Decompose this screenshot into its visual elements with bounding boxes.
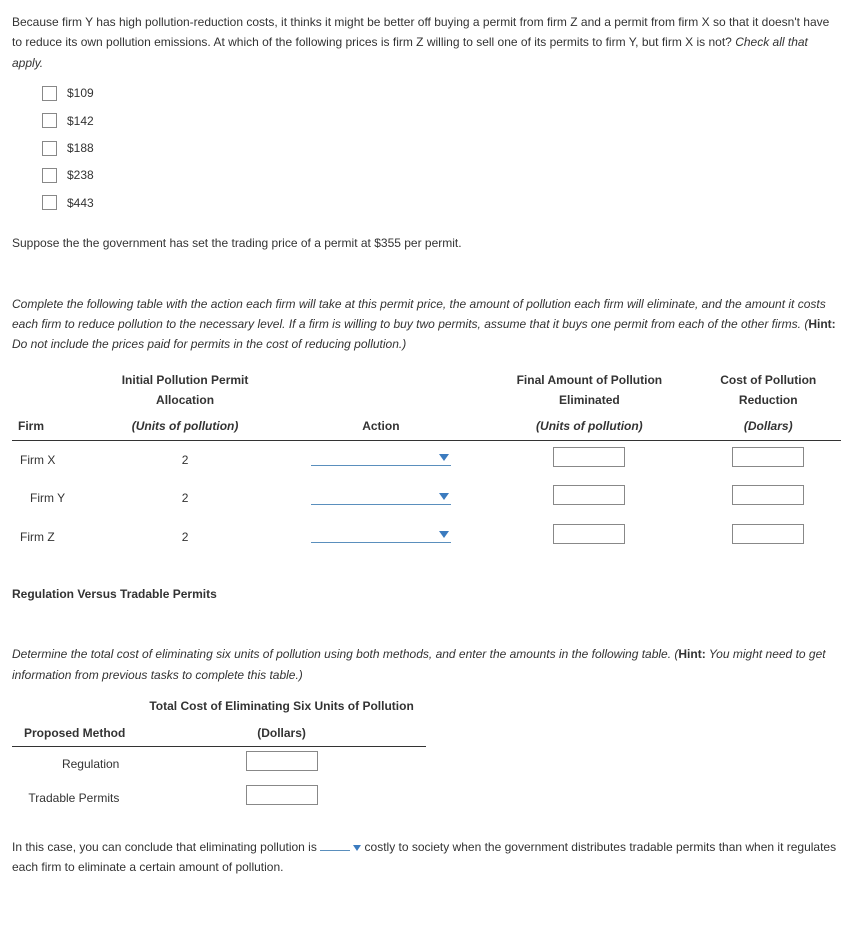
header-final-line2: Eliminated: [489, 390, 689, 410]
header-alloc-line1: Initial Pollution Permit: [98, 370, 273, 390]
cost-input[interactable]: [246, 785, 318, 805]
firm-alloc: 2: [92, 440, 279, 479]
instruction-text-3: Determine the total cost of eliminating …: [12, 647, 678, 661]
checkbox-icon[interactable]: [42, 141, 57, 156]
method-name: Regulation: [12, 746, 137, 781]
header-alloc-unit: (Units of pollution): [92, 413, 279, 440]
conclusion-dropdown[interactable]: [320, 836, 350, 851]
question-2-setup: Suppose the the government has set the t…: [12, 233, 841, 253]
table-row: Tradable Permits: [12, 781, 426, 815]
firm-name: Firm Y: [12, 479, 92, 517]
cost-comparison-table: Total Cost of Eliminating Six Units of P…: [12, 693, 426, 816]
eliminated-input[interactable]: [553, 524, 625, 544]
checkbox-item-1[interactable]: $142: [42, 111, 841, 131]
firm-name: Firm X: [12, 440, 92, 479]
firm-alloc: 2: [92, 479, 279, 517]
conclusion-part1: In this case, you can conclude that elim…: [12, 840, 320, 854]
hint-label-3: Hint:: [678, 647, 705, 661]
table-row: Regulation: [12, 746, 426, 781]
checkbox-icon[interactable]: [42, 168, 57, 183]
header-cost-line2: Reduction: [701, 390, 835, 410]
checkbox-label: $443: [67, 193, 94, 213]
checkbox-label: $109: [67, 83, 94, 103]
question-1-text: Because firm Y has high pollution-reduct…: [12, 12, 841, 73]
checkbox-item-4[interactable]: $443: [42, 193, 841, 213]
header-alloc-line2: Allocation: [98, 390, 273, 410]
eliminated-input[interactable]: [553, 485, 625, 505]
firm-name: Firm Z: [12, 518, 92, 556]
checkbox-icon[interactable]: [42, 195, 57, 210]
chevron-down-icon: [439, 493, 449, 500]
instruction-text: Complete the following table with the ac…: [12, 297, 826, 331]
table-row: Firm Y 2: [12, 479, 841, 517]
header-alloc: Initial Pollution Permit Allocation: [92, 367, 279, 414]
method-name: Tradable Permits: [12, 781, 137, 815]
header-cost: Cost of Pollution Reduction: [695, 367, 841, 414]
chevron-down-icon: [439, 531, 449, 538]
header-final: Final Amount of Pollution Eliminated: [483, 367, 695, 414]
checkbox-icon[interactable]: [42, 86, 57, 101]
header-cost-unit: (Dollars): [695, 413, 841, 440]
cost-input[interactable]: [246, 751, 318, 771]
header-final-line1: Final Amount of Pollution: [489, 370, 689, 390]
checkbox-label: $142: [67, 111, 94, 131]
table-row: Firm X 2: [12, 440, 841, 479]
header-firm: Firm: [12, 413, 92, 440]
conclusion-sentence: In this case, you can conclude that elim…: [12, 836, 841, 878]
table-row: Firm Z 2: [12, 518, 841, 556]
eliminated-input[interactable]: [553, 447, 625, 467]
checkbox-label: $238: [67, 165, 94, 185]
action-dropdown[interactable]: [311, 486, 451, 505]
chevron-down-icon: [353, 845, 361, 851]
checkbox-list: $109 $142 $188 $238 $443: [42, 83, 841, 213]
question-1-body: Because firm Y has high pollution-reduct…: [12, 15, 829, 49]
checkbox-item-0[interactable]: $109: [42, 83, 841, 103]
method-header: Proposed Method: [12, 720, 137, 747]
checkbox-item-2[interactable]: $188: [42, 138, 841, 158]
chevron-down-icon: [439, 454, 449, 461]
action-dropdown[interactable]: [311, 447, 451, 466]
cost-input[interactable]: [732, 485, 804, 505]
firm-action-table: Initial Pollution Permit Allocation Fina…: [12, 367, 841, 556]
action-dropdown[interactable]: [311, 524, 451, 543]
header-action: Action: [278, 413, 483, 440]
checkbox-item-3[interactable]: $238: [42, 165, 841, 185]
cost-input[interactable]: [732, 447, 804, 467]
header-final-unit: (Units of pollution): [483, 413, 695, 440]
question-2-instruction: Complete the following table with the ac…: [12, 294, 841, 355]
header-cost-line1: Cost of Pollution: [701, 370, 835, 390]
question-3-instruction: Determine the total cost of eliminating …: [12, 644, 841, 685]
hint-text: Do not include the prices paid for permi…: [12, 337, 406, 351]
checkbox-label: $188: [67, 138, 94, 158]
firm-alloc: 2: [92, 518, 279, 556]
cost-header-line1: Total Cost of Eliminating Six Units of P…: [137, 693, 425, 719]
cost-input[interactable]: [732, 524, 804, 544]
cost-header-line2: (Dollars): [137, 720, 425, 747]
hint-label: Hint:: [808, 317, 835, 331]
section-title: Regulation Versus Tradable Permits: [12, 584, 841, 604]
checkbox-icon[interactable]: [42, 113, 57, 128]
